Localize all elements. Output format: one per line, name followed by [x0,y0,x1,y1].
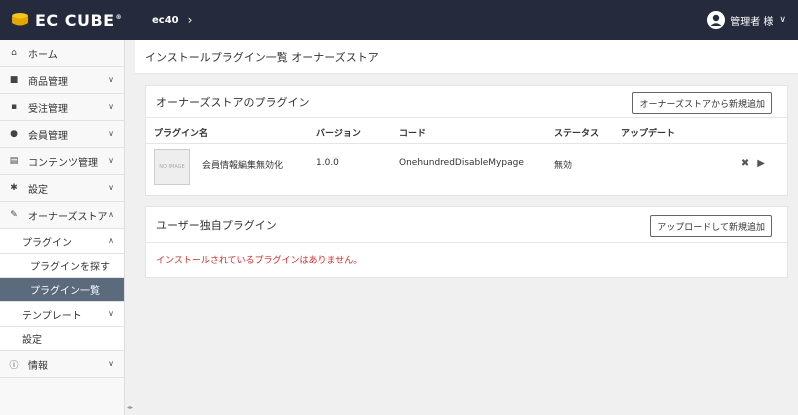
chevron-down-icon: ∨ [108,309,114,318]
chevron-down-icon: ∨ [108,75,114,84]
sidebar-item-orders[interactable]: ▪ 受注管理 ∨ [0,94,124,121]
user-plugins-card-header: ユーザー独自プラグイン アップロードして新規追加 [146,207,787,243]
chevron-down-icon: ∨ [108,359,114,368]
sidebar-item-info[interactable]: ⓘ 情報 ∨ [0,351,124,378]
shop-selector[interactable]: ec40 › [152,13,192,27]
home-icon: ⌂ [11,48,17,58]
table-row: NO IMAGE 会員情報編集無効化 1.0.0 OnehundredDisab… [146,144,787,196]
store-plugins-card-header: オーナーズストアのプラグイン オーナーズストアから新規追加 [146,86,787,118]
plugin-status: 無効 [554,161,573,171]
no-plugins-message: インストールされているプラグインはありません。 [156,256,363,266]
column-header-status: ステータス [554,129,600,139]
top-header: EC CUBE® ec40 › 管理者 様 ∨ [0,0,798,40]
sidebar-item-home[interactable]: ⌂ ホーム [0,40,124,67]
cart-icon: ▪ [10,102,18,112]
cube-logo-icon [12,13,28,26]
sidebar-resize-handle[interactable]: ◂▸ [127,404,133,411]
wrench-icon: ✎ [10,210,18,220]
chevron-up-icon: ∧ [108,236,114,245]
user-plugins-card: ユーザー独自プラグイン アップロードして新規追加 インストールされているプラグイ… [145,206,788,278]
sidebar-subitem-plugin-search[interactable]: プラグインを探す [0,254,124,278]
file-icon: ▤ [9,156,19,166]
chevron-up-icon: ∧ [108,210,114,219]
chevron-down-icon: ∨ [779,15,786,25]
sidebar-item-products[interactable]: ■ 商品管理 ∨ [0,67,124,94]
gear-icon: ✱ [10,183,18,193]
column-header-version: バージョン [316,129,361,139]
user-name: 管理者 様 [730,16,774,28]
chevron-down-icon: ∨ [108,102,114,111]
sidebar-item-settings[interactable]: ✱ 設定 ∨ [0,175,124,202]
sidebar-subitem-setting[interactable]: 設定 [0,327,124,351]
user-plugins-title: ユーザー独自プラグイン [156,218,277,232]
column-header-code: コード [399,129,427,139]
plugin-thumbnail: NO IMAGE [154,149,190,185]
chevron-down-icon: ∨ [108,156,114,165]
row-actions: ✖ ▶ [733,158,765,169]
column-header-update: アップデート [621,129,676,139]
plugin-code: OnehundredDisableMypage [399,158,524,168]
user-menu[interactable]: 管理者 様 ∨ [707,0,786,40]
chevron-down-icon: ∨ [108,129,114,138]
sidebar-subitem-plugin-list[interactable]: プラグイン一覧 [0,278,124,302]
sidebar-subitem-plugin[interactable]: プラグイン ∧ [0,229,124,254]
sidebar-item-contents[interactable]: ▤ コンテンツ管理 ∨ [0,148,124,175]
logo-text: EC CUBE® [35,10,123,30]
info-icon: ⓘ [9,360,19,371]
users-icon: ● [10,129,18,139]
add-from-store-button[interactable]: オーナーズストアから新規追加 [632,92,772,114]
chevron-right-icon: › [187,13,193,27]
cube-icon: ■ [9,75,19,85]
play-icon[interactable]: ▶ [757,158,765,169]
logo[interactable]: EC CUBE® [10,11,130,30]
plugin-table-header: プラグイン名 バージョン コード ステータス アップデート [146,118,787,144]
sidebar-item-customers[interactable]: ● 会員管理 ∨ [0,121,124,148]
delete-icon[interactable]: ✖ [741,158,749,169]
sidebar-item-owners-store[interactable]: ✎ オーナーズストア ∧ [0,202,124,229]
store-plugins-card: オーナーズストアのプラグイン オーナーズストアから新規追加 プラグイン名 バージ… [145,85,788,196]
user-avatar-icon [707,11,726,29]
sidebar-subitem-template[interactable]: テンプレート ∨ [0,302,124,327]
store-plugins-title: オーナーズストアのプラグイン [156,95,310,109]
chevron-down-icon: ∨ [108,183,114,192]
shop-name: ec40 [152,14,179,26]
page-title: インストールプラグイン一覧 オーナーズストア [135,40,798,74]
plugin-version: 1.0.0 [316,158,339,168]
upload-plugin-button[interactable]: アップロードして新規追加 [650,215,772,237]
column-header-name: プラグイン名 [154,129,209,139]
plugin-name: 会員情報編集無効化 [202,161,284,171]
sidebar: ⌂ ホーム ■ 商品管理 ∨ ▪ 受注管理 ∨ ● 会員管理 ∨ ▤ コンテンツ… [0,40,125,415]
